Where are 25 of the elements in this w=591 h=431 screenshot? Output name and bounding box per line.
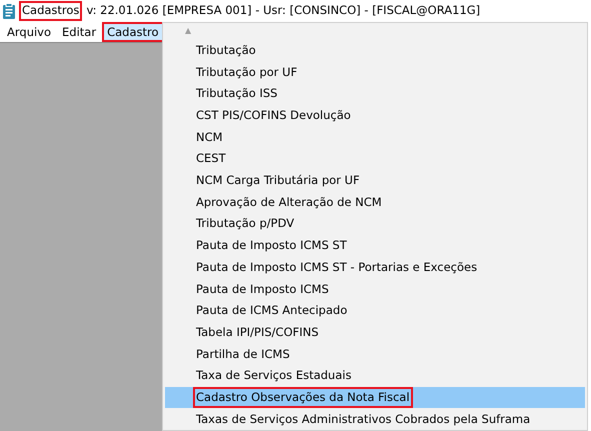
- menu-item[interactable]: Cadastro: [102, 22, 164, 42]
- app-name: Cadastros: [19, 1, 82, 21]
- menu-item[interactable]: CST PIS/COFINS Devolução: [165, 104, 585, 126]
- clipboard-icon: [2, 3, 16, 19]
- window-title: v: 22.01.026 [EMPRESA 001] - Usr: [CONSINCO] - [FISCAL@ORA11G]: [86, 2, 480, 20]
- menu-item[interactable]: NCM Carga Tributária por UF: [165, 170, 585, 192]
- menu-item[interactable]: Cadastro Observações da Nota Fiscal: [165, 386, 585, 408]
- menu-item[interactable]: Aprovação de Alteração de NCM: [165, 192, 585, 214]
- annotated-label: Cadastro Observações da Nota Fiscal: [193, 386, 413, 408]
- menu-item[interactable]: Tributação: [165, 40, 585, 62]
- menu-item[interactable]: Pauta de Imposto ICMS: [165, 278, 585, 300]
- menu-item[interactable]: Taxas de Serviços Administrativos Cobrados pela Suframa: [165, 408, 585, 430]
- menu-item[interactable]: Pauta de ICMS Antecipado: [165, 300, 585, 322]
- menu-item[interactable]: Tributação p/PDV: [165, 213, 585, 235]
- menu-item[interactable]: Arquivo: [2, 22, 56, 42]
- menu-item[interactable]: Editar: [57, 22, 102, 42]
- menu-item[interactable]: Partilha de ICMS: [165, 343, 585, 366]
- menu-item[interactable]: Taxa de Serviços Estaduais: [165, 365, 585, 387]
- menu-item[interactable]: Tributação por UF: [165, 61, 585, 84]
- menu-item[interactable]: CEST: [165, 148, 585, 170]
- menu-item[interactable]: NCM: [165, 126, 585, 148]
- menu-item[interactable]: Pauta de Imposto ICMS ST - Portarias e Exceções: [165, 256, 585, 278]
- menu-item[interactable]: Tabela IPI/PIS/COFINS: [165, 322, 585, 344]
- menu-item[interactable]: Tributação ISS: [165, 83, 585, 105]
- menu-item[interactable]: Pauta de Imposto ICMS ST: [165, 234, 585, 257]
